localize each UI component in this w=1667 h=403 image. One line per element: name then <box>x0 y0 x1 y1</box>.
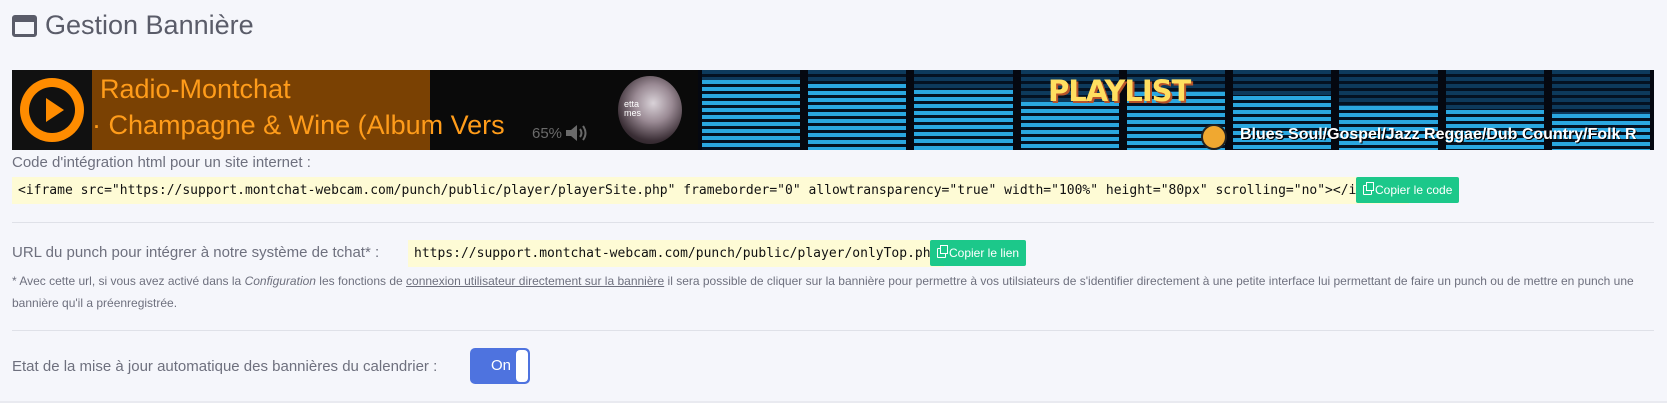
embed-label: Code d'intégration html pour un site int… <box>12 154 311 171</box>
note-banner-login-link[interactable]: connexion utilisateur directement sur la… <box>406 274 664 288</box>
auto-update-label: Etat de la mise à jour automatique des b… <box>12 358 438 375</box>
album-cover-text: etta mes <box>624 99 642 118</box>
copy-code-button[interactable]: Copier le code <box>1356 177 1460 203</box>
playlist-label: PLAYLIST <box>1048 74 1191 108</box>
embed-code[interactable]: <iframe src="https://support.montchat-we… <box>12 177 1410 204</box>
copy-link-label: Copier le lien <box>949 246 1020 260</box>
punch-note: * Avec cette url, si vous avez activé da… <box>12 270 1652 314</box>
toggle-knob <box>516 350 528 382</box>
page-title: Gestion Bannière <box>12 10 254 41</box>
note-configuration: Configuration <box>244 274 316 288</box>
speaker-icon <box>566 125 587 141</box>
equalizer-bar <box>702 79 801 150</box>
auto-update-toggle[interactable]: On <box>470 348 530 384</box>
volume-control[interactable]: 65% <box>532 122 590 144</box>
play-button[interactable] <box>20 78 84 142</box>
banner-preview[interactable]: Radio-Montchat · Champagne & Wine (Album… <box>12 70 1654 150</box>
play-area <box>12 70 92 150</box>
genres-ticker: Blues Soul/Gospel/Jazz Reggae/Dub Countr… <box>1240 126 1637 143</box>
track-title: · Champagne & Wine (Album Vers <box>92 110 505 140</box>
divider <box>12 222 1654 223</box>
page-title-text: Gestion Bannière <box>45 10 254 40</box>
note-prefix: * Avec cette url, si vous avez activé da… <box>12 274 245 288</box>
window-icon <box>12 14 37 37</box>
copy-code-label: Copier le code <box>1375 183 1453 197</box>
station-name: Radio-Montchat <box>100 74 291 104</box>
radiation-icon <box>1201 124 1227 150</box>
volume-level: 65% <box>532 124 563 142</box>
toggle-state-label: On <box>491 357 512 374</box>
punch-url-field[interactable]: https://support.montchat-webcam.com/punc… <box>408 240 945 267</box>
divider <box>12 330 1654 331</box>
play-icon <box>45 98 64 122</box>
equalizer-bar <box>808 84 907 150</box>
copy-icon <box>937 245 948 258</box>
punch-url-label: URL du punch pour intégrer à notre systè… <box>12 244 380 261</box>
equalizer-bar <box>914 90 1013 150</box>
note-mid: les fonctions de <box>315 274 407 288</box>
copy-link-button[interactable]: Copier le lien <box>930 240 1027 266</box>
equalizer-bar <box>1020 102 1119 150</box>
copy-icon <box>1363 182 1374 195</box>
